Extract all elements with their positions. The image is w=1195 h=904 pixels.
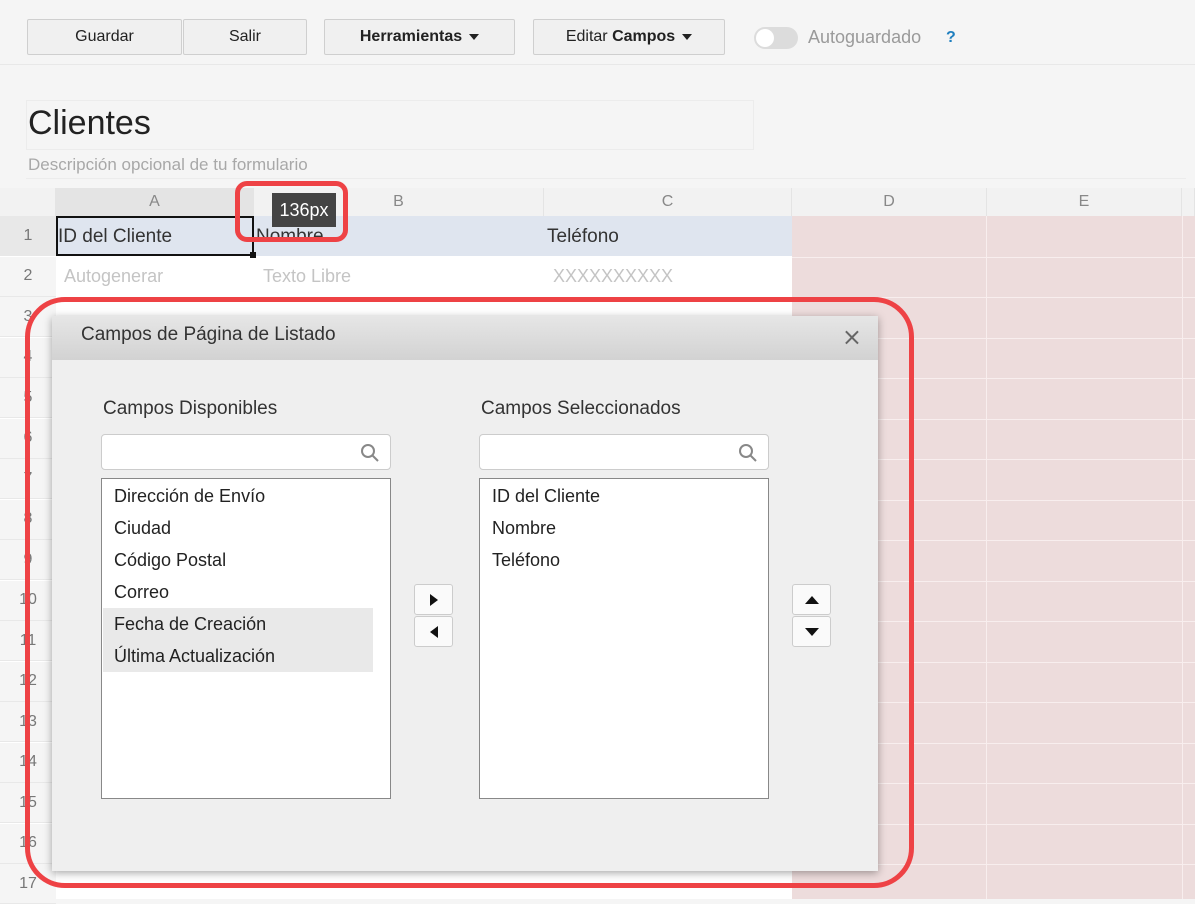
column-header-e[interactable]: E bbox=[987, 188, 1182, 216]
edit-fields-prefix: Editar bbox=[565, 28, 608, 45]
toggle-knob bbox=[756, 29, 774, 47]
autosave-label: Autoguardado bbox=[808, 27, 922, 47]
column-header-a[interactable]: A bbox=[56, 188, 254, 216]
divider bbox=[26, 178, 1186, 179]
column-header-c[interactable]: C bbox=[544, 188, 792, 216]
corner-header[interactable] bbox=[0, 188, 56, 216]
tools-menu-label: Herramientas bbox=[359, 28, 463, 45]
cell-b2[interactable]: Texto Libre bbox=[263, 266, 351, 287]
exit-button[interactable]: Salir bbox=[183, 19, 307, 55]
gridline bbox=[986, 216, 987, 899]
toolbar: Guardar Salir Herramientas Editar Campos… bbox=[0, 0, 1195, 65]
gridline bbox=[1182, 216, 1183, 899]
edit-fields-bold: Campos bbox=[612, 28, 676, 45]
exit-button-label: Salir bbox=[228, 28, 261, 45]
autosave-toggle[interactable] bbox=[754, 27, 798, 49]
tools-menu-button[interactable]: Herramientas bbox=[324, 19, 515, 55]
tooltip-highlight-annotation bbox=[235, 181, 348, 242]
row-header[interactable]: 2 bbox=[0, 256, 56, 297]
fill-handle[interactable] bbox=[250, 252, 256, 258]
column-header-f[interactable] bbox=[1182, 188, 1195, 216]
save-button[interactable]: Guardar bbox=[27, 19, 182, 55]
help-icon[interactable]: ? bbox=[946, 29, 956, 47]
caret-down-icon bbox=[469, 34, 480, 40]
form-description-input[interactable]: Descripción opcional de tu formulario bbox=[28, 155, 308, 175]
dialog-highlight-annotation bbox=[25, 297, 914, 888]
active-cell-border bbox=[56, 216, 256, 258]
edit-fields-menu-button[interactable]: Editar Campos bbox=[533, 19, 725, 55]
cell-c2[interactable]: XXXXXXXXXX bbox=[553, 266, 673, 287]
cell-a2[interactable]: Autogenerar bbox=[64, 266, 163, 287]
caret-down-icon bbox=[682, 34, 693, 40]
gridline bbox=[792, 256, 1195, 258]
cell-c1[interactable]: Teléfono bbox=[547, 226, 619, 248]
save-button-label: Guardar bbox=[75, 28, 134, 45]
row-header[interactable]: 1 bbox=[0, 216, 56, 256]
form-title[interactable]: Clientes bbox=[28, 104, 151, 143]
column-header-d[interactable]: D bbox=[792, 188, 987, 216]
